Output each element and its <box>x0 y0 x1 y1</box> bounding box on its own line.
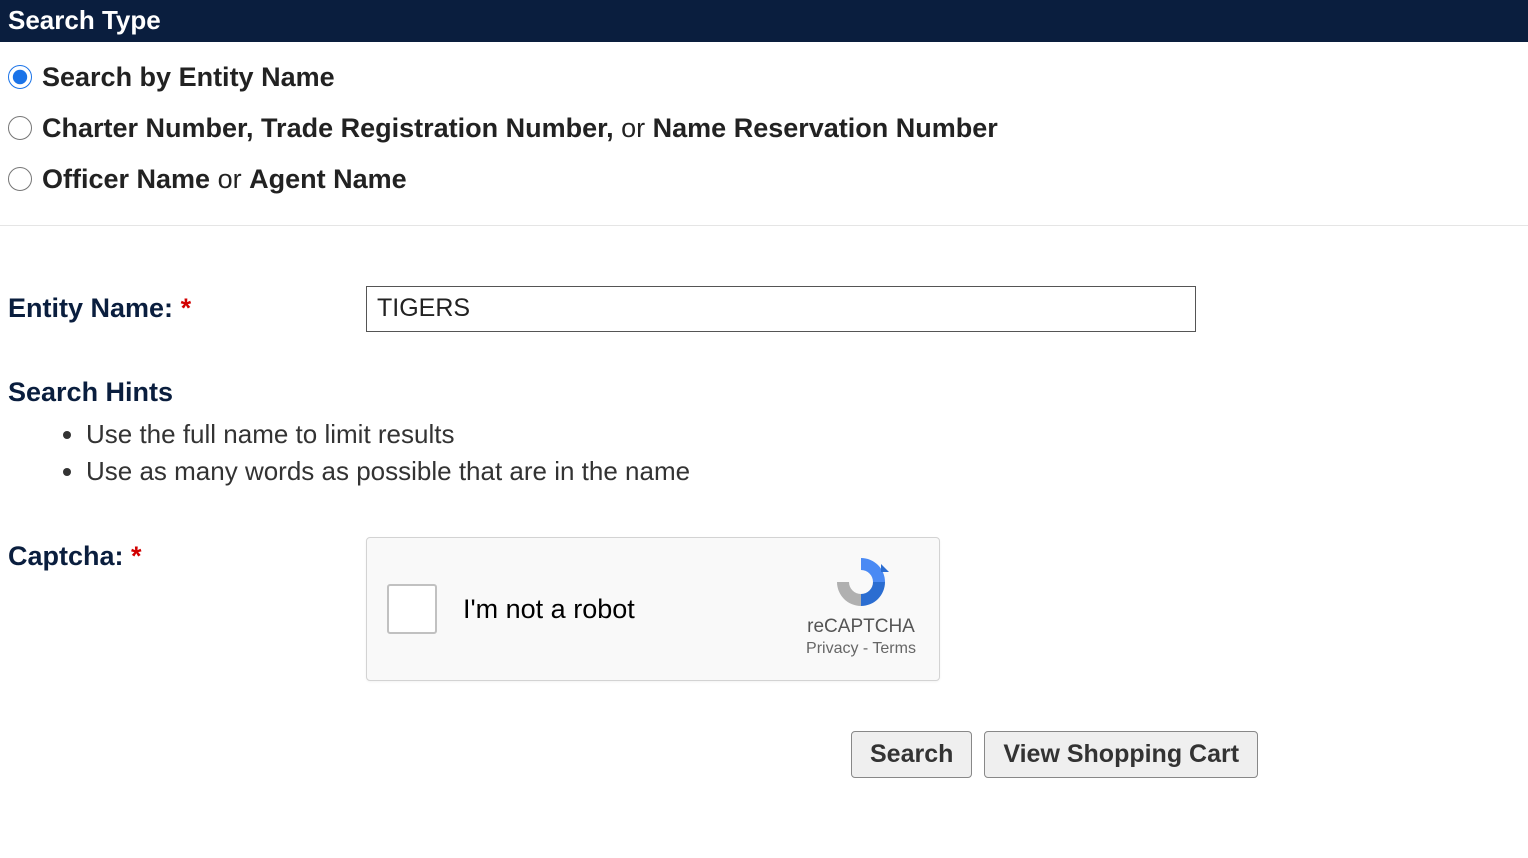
action-buttons: Search View Shopping Cart <box>843 731 1528 778</box>
entity-name-label: Entity Name: * <box>8 293 366 324</box>
recaptcha-brand-text: reCAPTCHA <box>801 616 921 638</box>
radio-number-b2: Name Reservation Number <box>653 113 998 143</box>
entity-name-label-text: Entity Name: <box>8 293 173 323</box>
entity-name-row: Entity Name: * <box>0 286 1528 332</box>
search-type-radio-group: Search by Entity Name Charter Number, Tr… <box>0 42 1528 226</box>
radio-option-entity: Search by Entity Name <box>8 62 1520 93</box>
entity-name-input[interactable] <box>366 286 1196 332</box>
radio-officer-name-label[interactable]: Officer Name or Agent Name <box>42 164 407 195</box>
radio-charter-number[interactable] <box>8 116 32 140</box>
radio-officer-name[interactable] <box>8 167 32 191</box>
search-button[interactable]: Search <box>851 731 972 778</box>
required-asterisk: * <box>131 541 142 571</box>
view-cart-button[interactable]: View Shopping Cart <box>984 731 1258 778</box>
recaptcha-terms-link[interactable]: Terms <box>872 640 916 657</box>
hints-list: Use the full name to limit results Use a… <box>8 416 1520 491</box>
radio-entity-name[interactable] <box>8 65 32 89</box>
captcha-label: Captcha: * <box>8 537 366 572</box>
radio-entity-name-label[interactable]: Search by Entity Name <box>42 62 335 93</box>
radio-option-officer: Officer Name or Agent Name <box>8 164 1520 195</box>
radio-officer-or: or <box>210 164 249 194</box>
radio-number-b1: Charter Number, Trade Registration Numbe… <box>42 113 614 143</box>
radio-officer-b1: Officer Name <box>42 164 210 194</box>
recaptcha-widget: I'm not a robot reCAPTCHA Privacy - Term… <box>366 537 940 681</box>
recaptcha-links: Privacy - Terms <box>801 640 921 658</box>
hint-item: Use as many words as possible that are i… <box>86 453 1520 491</box>
section-header: Search Type <box>0 0 1528 42</box>
radio-entity-bold: Search by Entity Name <box>42 62 335 92</box>
recaptcha-privacy-link[interactable]: Privacy <box>806 640 858 657</box>
radio-option-number: Charter Number, Trade Registration Numbe… <box>8 113 1520 144</box>
recaptcha-not-robot-text: I'm not a robot <box>463 594 635 625</box>
captcha-row: Captcha: * I'm not a robot reCAPTCHA Pri… <box>0 537 1528 681</box>
radio-officer-b2: Agent Name <box>249 164 407 194</box>
hint-item: Use the full name to limit results <box>86 416 1520 454</box>
radio-charter-number-label[interactable]: Charter Number, Trade Registration Numbe… <box>42 113 998 144</box>
radio-number-or: or <box>614 113 653 143</box>
search-hints: Search Hints Use the full name to limit … <box>0 377 1528 491</box>
required-asterisk: * <box>181 293 192 323</box>
recaptcha-checkbox[interactable] <box>387 584 437 634</box>
recaptcha-logo-icon <box>831 554 891 610</box>
recaptcha-branding: reCAPTCHA Privacy - Terms <box>801 554 921 658</box>
captcha-label-text: Captcha: <box>8 541 124 571</box>
search-hints-title: Search Hints <box>8 377 1520 408</box>
recaptcha-link-dash: - <box>858 640 872 657</box>
